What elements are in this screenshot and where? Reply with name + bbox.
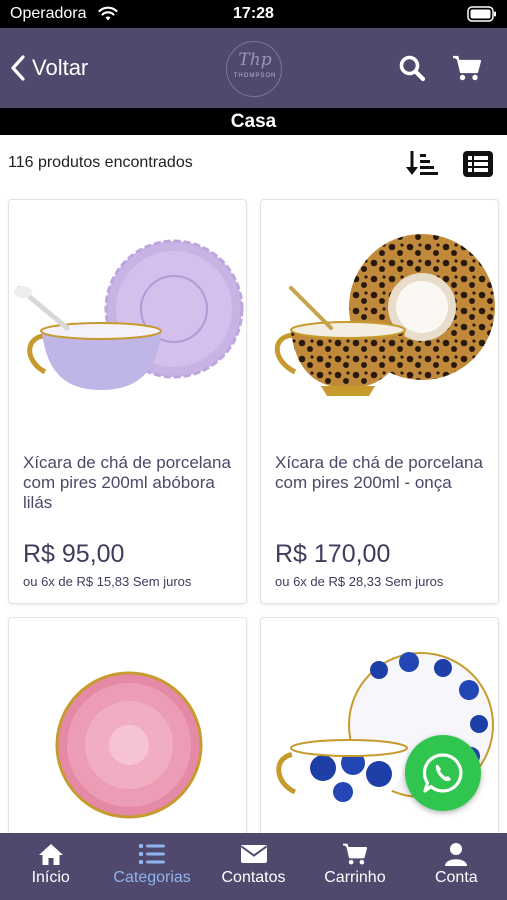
product-price: R$ 95,00 xyxy=(23,540,125,568)
tab-label: Contatos xyxy=(221,869,286,886)
tab-contatos[interactable]: Contatos xyxy=(203,833,304,900)
brand-logo: Thp THOMPSON xyxy=(226,41,282,97)
back-button[interactable]: Voltar xyxy=(10,50,88,86)
product-card[interactable]: Xícara de chá de porcelana com pires 200… xyxy=(8,199,247,604)
tab-label: Início xyxy=(31,869,70,886)
product-installment: ou 6x de R$ 15,83 Sem juros xyxy=(23,574,192,589)
product-installment: ou 6x de R$ 28,33 Sem juros xyxy=(275,574,444,589)
result-count: 116 produtos encontrados xyxy=(8,154,193,171)
tab-carrinho[interactable]: Carrinho xyxy=(304,833,405,900)
search-icon[interactable] xyxy=(398,54,426,82)
product-price: R$ 170,00 xyxy=(275,540,391,568)
mail-icon xyxy=(240,845,267,863)
tab-label: Conta xyxy=(434,869,478,886)
logo-monogram: Thp xyxy=(238,50,272,70)
product-card[interactable]: Xícara de chá de porcelana com pires 200… xyxy=(260,199,499,604)
cart-icon xyxy=(342,843,368,865)
logo-wordmark: THOMPSON xyxy=(233,73,277,79)
back-label: Voltar xyxy=(32,55,89,80)
app-header: Voltar Thp THOMPSON xyxy=(0,28,507,108)
list-view-icon[interactable] xyxy=(463,151,493,177)
product-image xyxy=(276,652,494,808)
product-name: Xícara de chá de porcelana com pires 200… xyxy=(275,453,483,492)
tab-inicio[interactable]: Início xyxy=(0,833,101,900)
chevron-left-icon xyxy=(11,55,25,81)
whatsapp-button[interactable] xyxy=(405,735,481,811)
home-icon xyxy=(38,844,63,865)
tab-bar: Início Categorias Contatos Carrinho Cont… xyxy=(0,833,507,900)
cart-icon[interactable] xyxy=(452,54,482,82)
product-image xyxy=(274,234,495,396)
sort-icon[interactable] xyxy=(405,149,439,177)
product-image xyxy=(55,671,203,819)
product-card[interactable] xyxy=(260,617,499,847)
clock: 17:28 xyxy=(233,5,274,22)
category-title: Casa xyxy=(0,108,507,135)
whatsapp-icon xyxy=(422,753,463,793)
list-icon xyxy=(139,844,166,864)
tab-conta[interactable]: Conta xyxy=(406,833,507,900)
product-name: Xícara de chá de porcelana com pires 200… xyxy=(23,453,231,512)
product-card[interactable] xyxy=(8,617,247,847)
tab-categorias[interactable]: Categorias xyxy=(101,833,202,900)
product-image xyxy=(14,239,244,390)
tab-label: Categorias xyxy=(113,869,191,886)
tab-label: Carrinho xyxy=(324,869,386,886)
battery-icon xyxy=(467,6,496,22)
status-bar: Operadora 17:28 xyxy=(0,0,507,28)
user-icon xyxy=(445,843,468,866)
